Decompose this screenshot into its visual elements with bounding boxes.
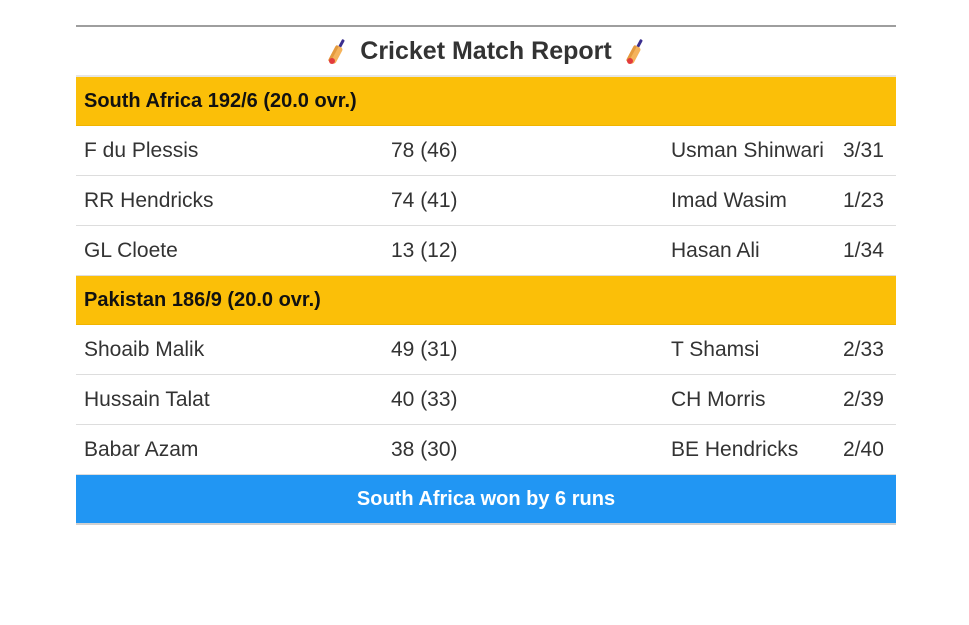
table-row: RR Hendricks 74 (41) Imad Wasim 1/23	[76, 176, 896, 226]
match-result-banner: South Africa won by 6 runs	[76, 475, 896, 525]
bowler-name: T Shamsi	[671, 337, 760, 361]
batsman-score: 78 (46)	[391, 138, 458, 162]
match-report: Cricket Match Report South Africa 192/6 …	[76, 25, 896, 525]
table-row: Hussain Talat 40 (33) CH Morris 2/39	[76, 375, 896, 425]
page-title: Cricket Match Report	[360, 36, 612, 65]
bowler-name: BE Hendricks	[671, 437, 799, 461]
bowler-figures: 2/33	[843, 337, 884, 361]
bowler-figures: 2/39	[843, 387, 884, 411]
cricket-bat-icon	[626, 39, 643, 64]
bowler-name: Imad Wasim	[671, 188, 787, 212]
report-title-row: Cricket Match Report	[76, 27, 896, 77]
batsman-name: Babar Azam	[84, 437, 199, 461]
team-innings-header: South Africa 192/6 (20.0 ovr.)	[76, 77, 896, 126]
batsman-score: 74 (41)	[391, 188, 458, 212]
batsman-name: Hussain Talat	[84, 387, 210, 411]
bowler-figures: 2/40	[843, 437, 884, 461]
team-innings-header: Pakistan 186/9 (20.0 ovr.)	[76, 276, 896, 325]
batsman-score: 40 (33)	[391, 387, 458, 411]
table-row: Babar Azam 38 (30) BE Hendricks 2/40	[76, 425, 896, 475]
bowler-name: Usman Shinwari	[671, 138, 824, 162]
bowler-figures: 3/31	[843, 138, 884, 162]
batsman-name: GL Cloete	[84, 238, 178, 262]
batsman-score: 13 (12)	[391, 238, 458, 262]
bowler-name: CH Morris	[671, 387, 766, 411]
table-row: GL Cloete 13 (12) Hasan Ali 1/34	[76, 226, 896, 276]
batsman-name: Shoaib Malik	[84, 337, 205, 361]
bowler-figures: 1/23	[843, 188, 884, 212]
batsman-name: RR Hendricks	[84, 188, 214, 212]
table-row: Shoaib Malik 49 (31) T Shamsi 2/33	[76, 325, 896, 375]
table-row: F du Plessis 78 (46) Usman Shinwari 3/31	[76, 126, 896, 176]
bowler-name: Hasan Ali	[671, 238, 760, 262]
cricket-bat-icon	[328, 39, 345, 64]
bowler-figures: 1/34	[843, 238, 884, 262]
batsman-name: F du Plessis	[84, 138, 199, 162]
batsman-score: 49 (31)	[391, 337, 458, 361]
batsman-score: 38 (30)	[391, 437, 458, 461]
